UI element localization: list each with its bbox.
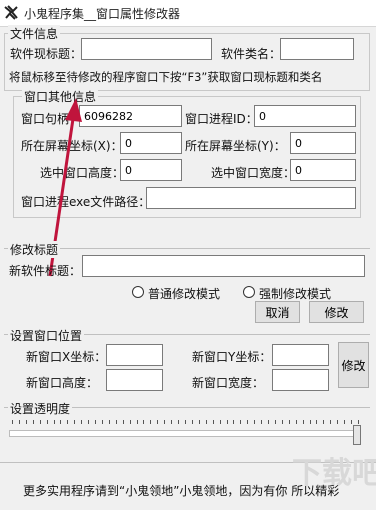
cancel-button[interactable]: 取消 (255, 301, 300, 323)
slider-tick (295, 420, 297, 424)
slider-tick (240, 420, 242, 424)
new-width-field[interactable] (272, 369, 329, 391)
screen-x-field[interactable] (120, 132, 182, 154)
new-height-label: 新窗口高度： (26, 376, 99, 390)
slider-tick (150, 420, 152, 424)
slider-tick (88, 420, 90, 424)
title-bar: 小鬼程序集__窗口属性修改器 (0, 0, 376, 27)
slider-tick (274, 420, 276, 424)
slider-tick (81, 420, 83, 424)
slider-tick (337, 420, 339, 424)
slider-tick (330, 420, 332, 424)
slider-tick (198, 420, 200, 424)
slider-tick (129, 420, 131, 424)
slider-tick (101, 420, 103, 424)
slider-tick (12, 420, 13, 424)
new-x-label: 新窗口X坐标： (26, 350, 107, 364)
slider-tick (309, 420, 311, 424)
slider-tick (74, 420, 76, 424)
normal-mode-radio[interactable] (132, 286, 144, 298)
transparency-slider-thumb[interactable] (353, 425, 361, 445)
process-id-field[interactable] (254, 105, 356, 127)
slider-tick (32, 420, 34, 424)
slider-tick (115, 420, 117, 424)
slider-tick (254, 420, 256, 424)
window-width-label: 选中窗口宽度： (211, 166, 296, 180)
slider-tick (268, 420, 270, 424)
transparency-ticks (12, 420, 359, 425)
slider-tick (351, 420, 353, 424)
screen-y-label: 所在屏幕坐标(Y)： (185, 139, 286, 153)
slider-tick (281, 420, 283, 424)
file-info-legend: 文件信息 (8, 25, 61, 42)
slider-tick (18, 420, 20, 424)
slider-tick (288, 420, 290, 424)
new-y-label: 新窗口Y坐标： (192, 350, 272, 364)
slider-tick (67, 420, 69, 424)
slider-tick (323, 420, 325, 424)
slider-tick (60, 420, 62, 424)
new-title-label: 新软件标题： (9, 264, 82, 278)
exe-path-field[interactable] (146, 187, 356, 209)
slider-tick (39, 420, 41, 424)
app-ghost-icon (4, 5, 18, 20)
process-id-label: 窗口进程ID： (185, 112, 258, 126)
slider-tick (46, 420, 48, 424)
window-position-legend: 设置窗口位置 (8, 327, 85, 344)
slider-tick (358, 420, 359, 424)
modify-title-legend: 修改标题 (8, 241, 61, 258)
slider-tick (233, 420, 235, 424)
slider-tick (178, 420, 180, 424)
slider-tick (108, 420, 110, 424)
new-height-field[interactable] (106, 369, 163, 391)
slider-tick (164, 420, 166, 424)
slider-tick (185, 420, 186, 424)
class-name-label: 软件类名： (221, 47, 282, 61)
transparency-legend: 设置透明度 (8, 400, 73, 417)
window-title: 小鬼程序集__窗口属性修改器 (24, 7, 181, 21)
slider-tick (205, 420, 207, 424)
slider-tick (136, 420, 138, 424)
modify-title-button[interactable]: 修改 (309, 301, 364, 323)
slider-tick (53, 420, 55, 424)
status-text: 更多实用程序请到“小鬼领地”小鬼领地，因为有你 所以精彩 (23, 484, 340, 498)
modify-position-button[interactable]: 修改 (338, 342, 369, 388)
slider-tick (247, 420, 249, 424)
slider-tick (171, 420, 173, 424)
class-name-field[interactable] (280, 38, 354, 60)
new-title-field[interactable] (82, 255, 365, 277)
slider-tick (157, 420, 159, 424)
force-mode-label[interactable]: 强制修改模式 (259, 285, 331, 302)
slider-tick (302, 420, 304, 424)
slider-tick (122, 420, 124, 424)
window-width-field[interactable] (290, 159, 356, 181)
normal-mode-label[interactable]: 普通修改模式 (148, 285, 220, 302)
slider-tick (191, 420, 193, 424)
slider-tick (143, 420, 145, 424)
current-title-label: 软件现标题： (10, 47, 83, 61)
current-title-field[interactable] (81, 38, 212, 60)
f3-hint: 将鼠标移至待修改的程序窗口下按“F3”获取窗口现标题和类名 (9, 70, 323, 84)
new-x-field[interactable] (106, 344, 163, 366)
slider-tick (316, 420, 318, 424)
transparency-slider-track[interactable] (9, 430, 361, 437)
slider-tick (344, 420, 346, 424)
slider-tick (25, 420, 27, 424)
new-y-field[interactable] (272, 344, 329, 366)
slider-tick (226, 420, 228, 424)
force-mode-radio[interactable] (243, 286, 255, 298)
slider-tick (95, 420, 97, 424)
slider-tick (261, 420, 263, 424)
window-height-field[interactable] (120, 159, 182, 181)
slider-tick (212, 420, 214, 424)
slider-tick (219, 420, 221, 424)
new-width-label: 新窗口宽度： (192, 376, 265, 390)
screen-y-field[interactable] (290, 132, 356, 154)
